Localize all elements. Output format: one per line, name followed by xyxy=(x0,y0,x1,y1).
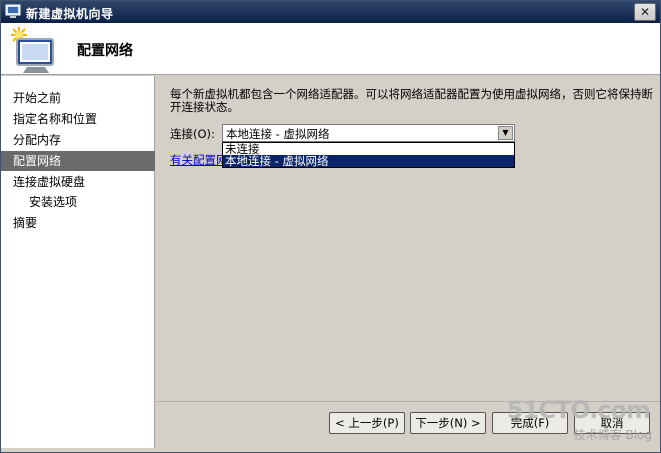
wizard-window: 新建虚拟机向导 ✕ 配置网络 开始之前 指定名称和位置 分配内存 配置网络 连接… xyxy=(0,0,661,453)
page-title: 配置网络 xyxy=(77,43,133,59)
window-title: 新建虚拟机向导 xyxy=(26,7,114,21)
nav-item-before-you-begin[interactable]: 开始之前 xyxy=(1,88,155,108)
wizard-steps-nav: 开始之前 指定名称和位置 分配内存 配置网络 连接虚拟硬盘 安装选项 摘要 xyxy=(1,76,155,448)
nav-item-assign-memory[interactable]: 分配内存 xyxy=(1,130,155,150)
nav-item-summary[interactable]: 摘要 xyxy=(1,213,155,233)
finish-button[interactable]: 完成(F) xyxy=(492,412,568,434)
connection-select-value: 本地连接 - 虚拟网络 xyxy=(226,127,330,141)
back-button[interactable]: < 上一步(P) xyxy=(329,412,405,434)
footer-divider xyxy=(156,401,660,402)
nav-item-connect-vhd[interactable]: 连接虚拟硬盘 xyxy=(1,172,155,192)
connection-label: 连接(O): xyxy=(170,127,215,141)
nav-item-configure-networking[interactable]: 配置网络 xyxy=(1,151,155,171)
main-content: 每个新虚拟机都包含一个网络适配器。可以将网络适配器配置为使用虚拟网络，否则它将保… xyxy=(156,76,660,448)
wizard-header: 配置网络 xyxy=(1,23,660,75)
description-text: 每个新虚拟机都包含一个网络适配器。可以将网络适配器配置为使用虚拟网络，否则它将保… xyxy=(170,87,653,114)
connection-dropdown-list: 未连接 本地连接 - 虚拟网络 xyxy=(222,142,515,168)
nav-item-name-location[interactable]: 指定名称和位置 xyxy=(1,109,155,129)
title-bar[interactable]: 新建虚拟机向导 ✕ xyxy=(1,1,660,23)
close-icon: ✕ xyxy=(639,5,651,19)
close-button[interactable]: ✕ xyxy=(634,3,656,21)
dropdown-arrow-icon[interactable]: ▼ xyxy=(498,126,513,140)
app-icon xyxy=(5,4,21,18)
help-link[interactable]: 有关配置网络的详细信息 xyxy=(170,152,222,168)
next-button[interactable]: 下一步(N) > xyxy=(410,412,486,434)
new-vm-wizard-icon xyxy=(11,27,54,73)
connection-select[interactable]: 本地连接 - 虚拟网络 ▼ xyxy=(222,124,515,142)
nav-item-install-options[interactable]: 安装选项 xyxy=(1,192,155,212)
cancel-button[interactable]: 取消 xyxy=(574,412,650,434)
dropdown-option-local-virtual-network[interactable]: 本地连接 - 虚拟网络 xyxy=(223,155,514,167)
